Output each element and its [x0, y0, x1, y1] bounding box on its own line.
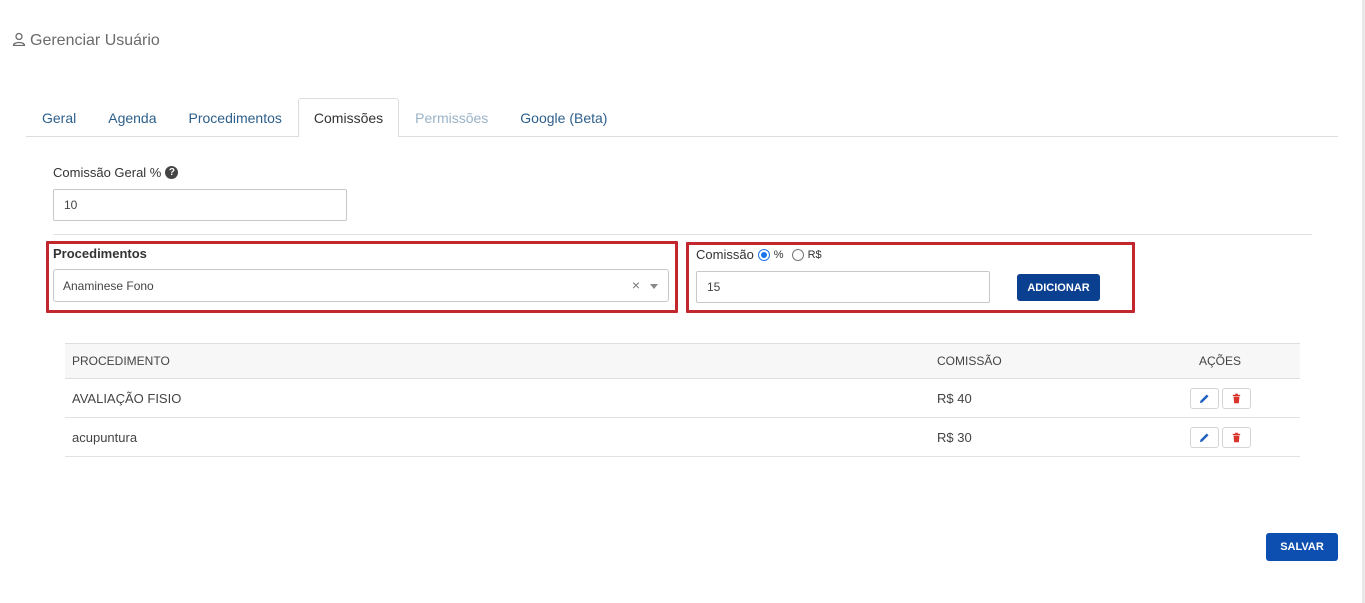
radio-percent-label: % — [773, 248, 784, 261]
cell-commission: R$ 40 — [930, 378, 1140, 418]
page-title-text: Gerenciar Usuário — [30, 32, 160, 49]
clear-icon[interactable]: × — [632, 277, 640, 293]
delete-button[interactable] — [1221, 426, 1251, 448]
chevron-down-icon[interactable] — [650, 284, 658, 289]
page: Gerenciar Usuário Geral Agenda Procedime… — [0, 0, 1365, 603]
cell-commission: R$ 30 — [930, 417, 1140, 457]
general-commission-label: Comissão Geral % ? — [53, 165, 179, 180]
cell-procedure: acupuntura — [65, 417, 930, 457]
help-icon[interactable]: ? — [165, 166, 179, 179]
page-title: Gerenciar Usuário — [12, 31, 160, 51]
commission-label: Comissão — [696, 247, 754, 262]
tab-bar: Geral Agenda Procedimentos Comissões Per… — [26, 98, 1338, 137]
radio-currency-label: R$ — [807, 248, 822, 261]
tab-geral[interactable]: Geral — [26, 98, 92, 136]
trash-icon — [1232, 432, 1240, 442]
pencil-icon — [1199, 393, 1209, 403]
cell-actions — [1140, 417, 1300, 457]
tab-permissoes[interactable]: Permissões — [399, 98, 504, 136]
save-button[interactable]: SALVAR — [1266, 533, 1338, 561]
radio-currency[interactable] — [791, 248, 804, 261]
commissions-table: PROCEDIMENTO COMISSÃO AÇÕES AVALIAÇÃO FI… — [65, 343, 1300, 457]
trash-icon — [1232, 393, 1240, 403]
column-header-procedure: PROCEDIMENTO — [65, 343, 930, 379]
commission-value-input[interactable]: 15 — [696, 271, 990, 303]
add-button[interactable]: ADICIONAR — [1017, 274, 1100, 301]
procedures-select[interactable]: Anaminese Fono × — [53, 269, 669, 302]
cell-actions — [1140, 378, 1300, 418]
table-header-row: PROCEDIMENTO COMISSÃO AÇÕES — [65, 343, 1300, 379]
tab-google-beta[interactable]: Google (Beta) — [504, 98, 623, 136]
table-row: AVALIAÇÃO FISIO R$ 40 — [65, 378, 1300, 418]
column-header-actions: AÇÕES — [1140, 343, 1300, 379]
pencil-icon — [1199, 432, 1209, 442]
general-commission-label-text: Comissão Geral % — [53, 165, 162, 180]
procedures-selected-value: Anaminese Fono — [63, 278, 154, 293]
user-icon — [12, 32, 26, 51]
commission-type-row: Comissão % R$ — [696, 247, 826, 262]
column-header-commission: COMISSÃO — [930, 343, 1140, 379]
procedures-label: Procedimentos — [53, 246, 147, 261]
edit-button[interactable] — [1189, 387, 1219, 409]
tab-agenda[interactable]: Agenda — [92, 98, 172, 136]
table-row: acupuntura R$ 30 — [65, 417, 1300, 457]
tab-comissoes[interactable]: Comissões — [297, 98, 400, 137]
divider — [53, 234, 1312, 235]
cell-procedure: AVALIAÇÃO FISIO — [65, 378, 930, 418]
delete-button[interactable] — [1221, 387, 1251, 409]
general-commission-input[interactable]: 10 — [53, 189, 347, 221]
radio-percent[interactable] — [757, 248, 770, 261]
edit-button[interactable] — [1189, 426, 1219, 448]
tab-procedimentos[interactable]: Procedimentos — [173, 98, 298, 136]
